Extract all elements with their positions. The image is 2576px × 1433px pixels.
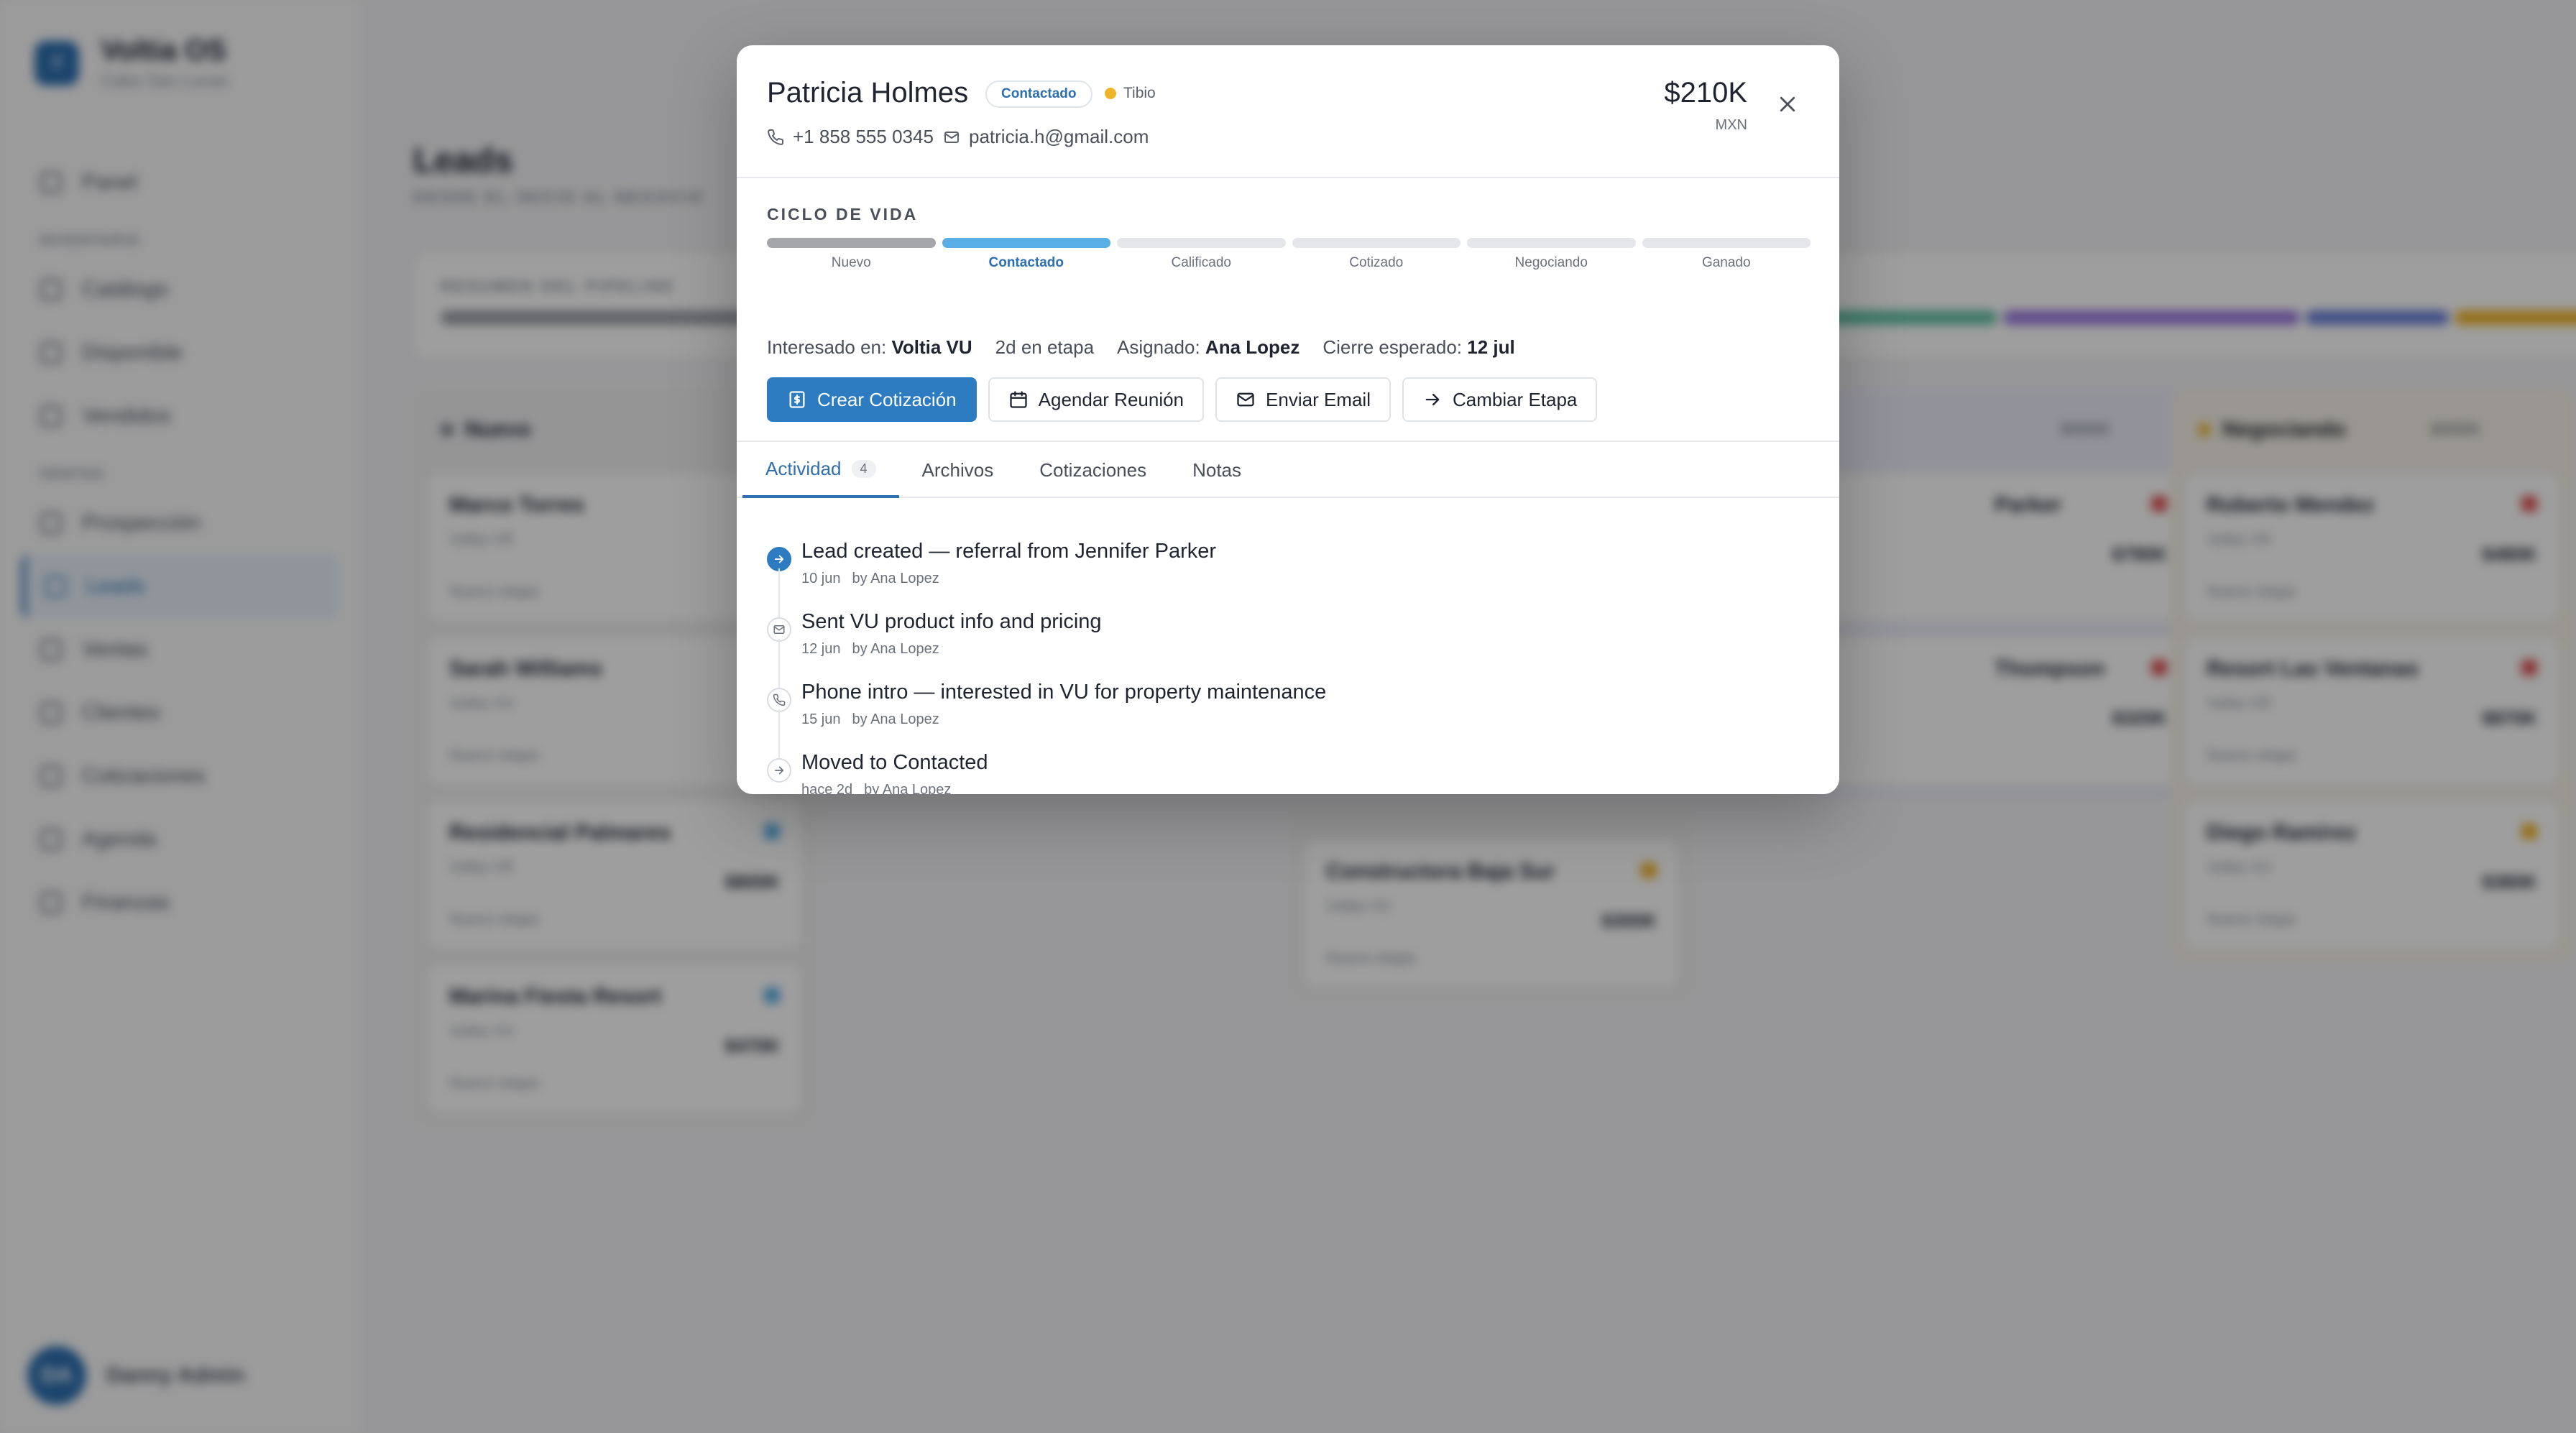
- interested-in: Interesado en: Voltia VU: [767, 336, 972, 358]
- deal-amount: $210K: [1664, 77, 1747, 109]
- days-in-stage: 2d en etapa: [995, 336, 1095, 358]
- lead-detail-modal: Patricia Holmes Contactado Tibio +1 858 …: [737, 45, 1839, 794]
- close-button[interactable]: [1773, 90, 1802, 119]
- phone-number: +1 858 555 0345: [793, 126, 934, 147]
- timeline-item: Phone intro — interested in VU for prope…: [767, 681, 1802, 760]
- mail-icon: [767, 617, 791, 642]
- tab-notes[interactable]: Notas: [1169, 442, 1264, 498]
- stage-calificado[interactable]: Calificado: [1117, 238, 1286, 271]
- mail-icon: [944, 131, 959, 143]
- action-buttons: Crear Cotización Agendar Reunión Enviar …: [767, 377, 1598, 422]
- timeline-text: Sent VU product info and pricing: [801, 610, 1102, 633]
- send-email-button[interactable]: Enviar Email: [1215, 377, 1391, 422]
- stage-nuevo[interactable]: Nuevo: [767, 238, 936, 271]
- stage-cotizado[interactable]: Cotizado: [1292, 238, 1460, 271]
- stage-bar: [1467, 238, 1636, 248]
- modal-header: Patricia Holmes Contactado Tibio +1 858 …: [737, 45, 1839, 178]
- tab-quotes[interactable]: Cotizaciones: [1016, 442, 1169, 498]
- timeline-item: Lead created — referral from Jennifer Pa…: [767, 540, 1802, 619]
- timeline-meta: 15 jun by Ana Lopez: [801, 711, 939, 727]
- create-quote-button[interactable]: Crear Cotización: [767, 377, 977, 422]
- lifecycle-stages: Nuevo Contactado Calificado Cotizado Neg…: [767, 238, 1811, 271]
- expected-close: Cierre esperado: 12 jul: [1322, 336, 1515, 358]
- stage-bar: [1292, 238, 1460, 248]
- detail-tabs: Actividad 4 Archivos Cotizaciones Notas: [737, 441, 1839, 498]
- warm-dot-icon: [1105, 88, 1116, 99]
- stage-badge: Contactado: [985, 80, 1092, 108]
- phone-icon: [767, 688, 791, 712]
- timeline-text: Phone intro — interested in VU for prope…: [801, 681, 1327, 704]
- lead-meta: Interesado en: Voltia VU 2d en etapa Asi…: [767, 336, 1515, 359]
- stage-bar: [767, 238, 936, 248]
- calendar-icon: [1009, 391, 1027, 408]
- arrow-right-icon: [1425, 393, 1440, 406]
- stage-label: Nuevo: [831, 255, 871, 270]
- timeline-text: Lead created — referral from Jennifer Pa…: [801, 540, 1217, 563]
- timeline-text: Moved to Contacted: [801, 751, 988, 774]
- stage-label: Negociando: [1514, 255, 1588, 270]
- quote-document-icon: [789, 391, 805, 408]
- timeline-meta: hace 2d by Ana Lopez: [801, 782, 952, 794]
- stage-bar: [1642, 238, 1811, 248]
- assigned-to: Asignado: Ana Lopez: [1117, 336, 1300, 358]
- timeline-item: Moved to Contacted hace 2d by Ana Lopez: [767, 751, 1802, 794]
- schedule-meeting-button[interactable]: Agendar Reunión: [988, 377, 1205, 422]
- deal-currency: MXN: [1715, 117, 1747, 133]
- activity-timeline: Lead created — referral from Jennifer Pa…: [767, 540, 1802, 794]
- timeline-item: Sent VU product info and pricing 12 jun b…: [767, 610, 1802, 689]
- stage-negociando[interactable]: Negociando: [1467, 238, 1636, 271]
- arrow-right-icon: [767, 758, 791, 783]
- email-address: patricia.h@gmail.com: [969, 126, 1149, 147]
- stage-label: Ganado: [1701, 255, 1751, 270]
- stage-ganado[interactable]: Ganado: [1642, 238, 1811, 271]
- activity-count-badge: 4: [851, 459, 876, 478]
- lifecycle-title: CICLO DE VIDA: [767, 205, 919, 224]
- stage-label: Contactado: [988, 255, 1064, 270]
- temperature-badge: Tibio: [1105, 85, 1156, 102]
- stage-bar: [1117, 238, 1286, 248]
- stage-bar: [942, 238, 1110, 248]
- change-stage-button[interactable]: Cambiar Etapa: [1402, 377, 1598, 422]
- stage-label: Calificado: [1171, 255, 1231, 270]
- timeline-meta: 10 jun by Ana Lopez: [801, 571, 939, 586]
- email-link[interactable]: patricia.h@gmail.com: [943, 126, 1149, 148]
- timeline-meta: 12 jun by Ana Lopez: [801, 641, 939, 657]
- mail-icon: [1237, 392, 1254, 407]
- phone-icon: [768, 129, 784, 145]
- tab-activity[interactable]: Actividad 4: [742, 442, 899, 498]
- lead-created-icon: [767, 547, 791, 571]
- close-icon: [1780, 96, 1795, 112]
- stage-label: Cotizado: [1349, 255, 1404, 270]
- stage-contactado[interactable]: Contactado: [942, 238, 1110, 271]
- lead-name: Patricia Holmes: [767, 77, 969, 109]
- tab-files[interactable]: Archivos: [899, 442, 1017, 498]
- phone-link[interactable]: +1 858 555 0345: [767, 126, 934, 148]
